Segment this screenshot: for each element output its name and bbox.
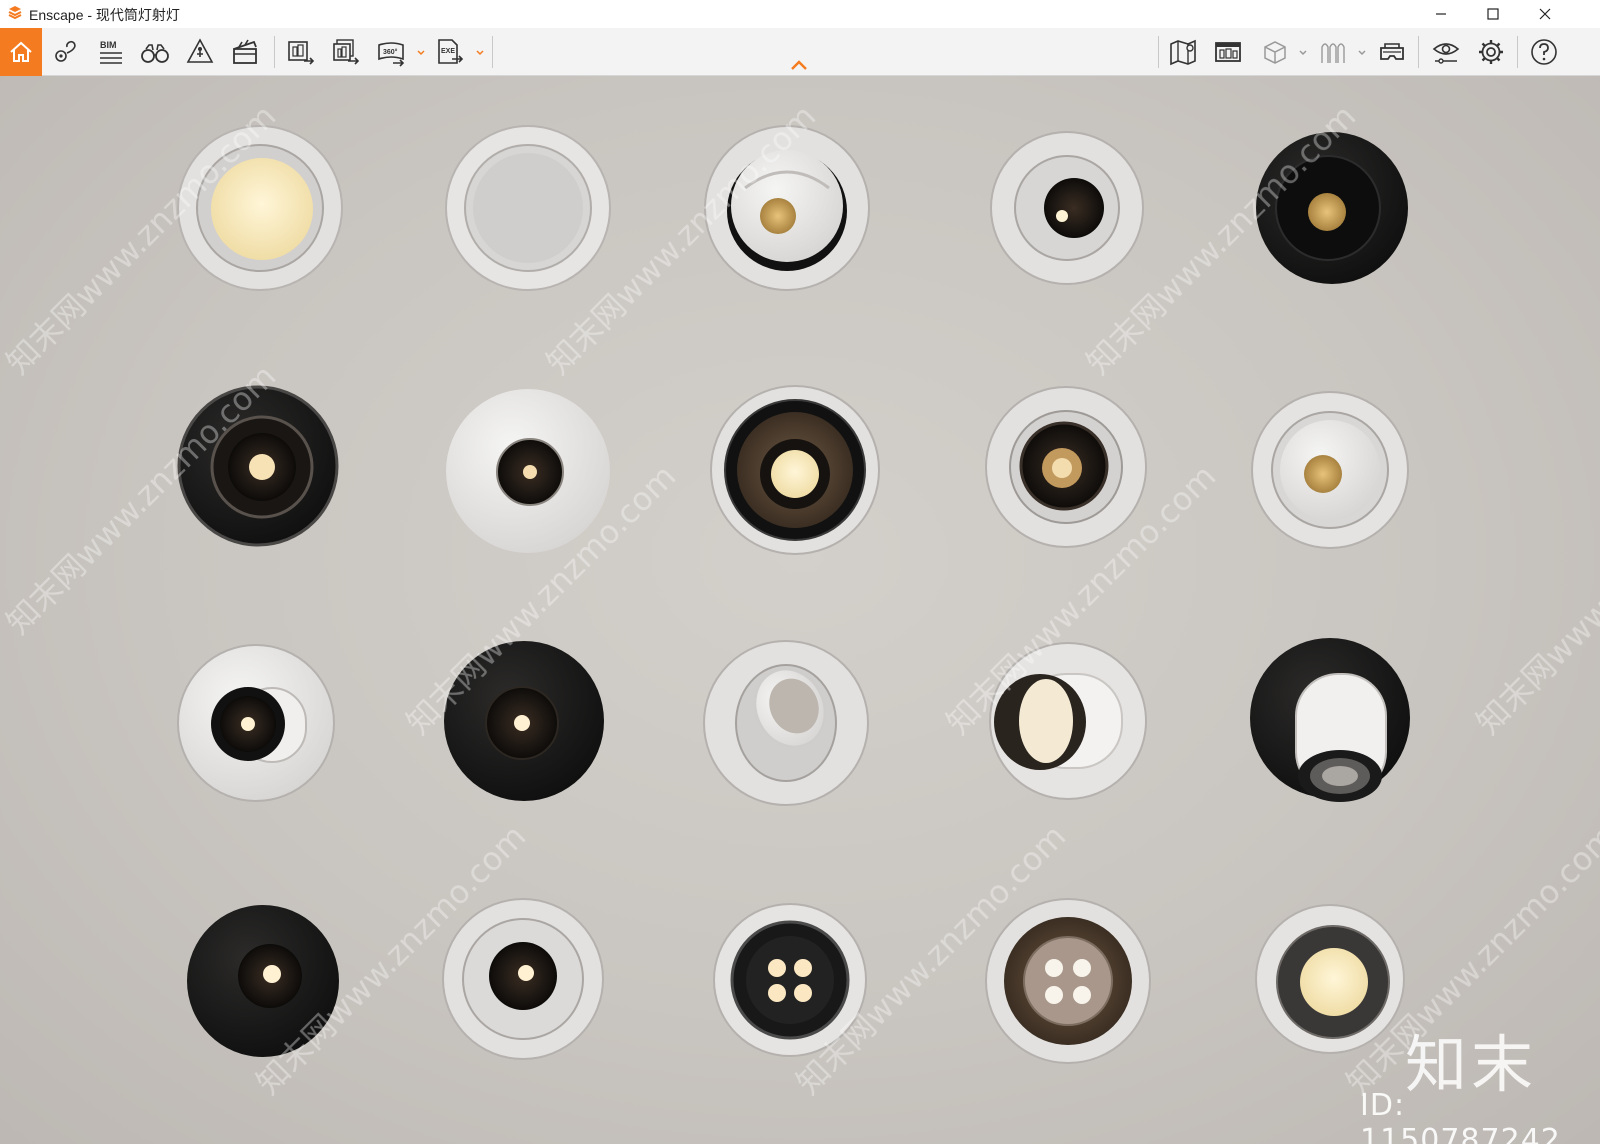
- help-icon[interactable]: [1524, 32, 1564, 72]
- cube-icon[interactable]: [1255, 32, 1295, 72]
- title-bar: Enscape - 现代筒灯射灯: [0, 0, 1600, 28]
- watermark-text: 知末网www.znzmo.com: [1469, 457, 1600, 742]
- close-icon[interactable]: [1522, 0, 1568, 28]
- panorama-label: 360°: [383, 48, 398, 56]
- watermark-id: ID: 1150787242: [1360, 1088, 1561, 1144]
- batch-render-icon[interactable]: [326, 32, 366, 72]
- toolbar-separator: [1158, 36, 1159, 68]
- bim-icon[interactable]: BIM: [90, 32, 130, 72]
- downlight-1-4[interactable]: [990, 131, 1144, 285]
- settings-gear-icon[interactable]: [1471, 32, 1511, 72]
- toolbar-separator: [1418, 36, 1419, 68]
- downlight-2-4[interactable]: [985, 386, 1147, 548]
- home-icon[interactable]: [0, 28, 42, 76]
- downlight-1-2[interactable]: [445, 125, 611, 291]
- walk-mode-icon[interactable]: [180, 32, 220, 72]
- sections-icon[interactable]: [1313, 32, 1353, 72]
- chevron-down-icon[interactable]: [416, 48, 426, 58]
- enscape-logo-icon: [8, 6, 22, 20]
- vr-headset-icon[interactable]: [1372, 32, 1412, 72]
- toolbar-separator: [1517, 36, 1518, 68]
- chevron-down-icon[interactable]: [1298, 48, 1308, 58]
- clapperboard-icon[interactable]: [225, 32, 265, 72]
- collapse-toolbar-chevron-icon[interactable]: [788, 58, 810, 72]
- asset-library-icon[interactable]: [1208, 32, 1248, 72]
- toolbar-separator: [274, 36, 275, 68]
- bim-label: BIM: [100, 40, 117, 50]
- downlight-4-2[interactable]: [442, 898, 604, 1060]
- chevron-down-icon[interactable]: [1357, 48, 1367, 58]
- binoculars-icon[interactable]: [135, 32, 175, 72]
- maximize-icon[interactable]: [1470, 0, 1516, 28]
- location-pin-icon[interactable]: [45, 32, 85, 72]
- window-title: Enscape - 现代筒灯射灯: [29, 7, 180, 23]
- toolbar-separator: [492, 36, 493, 68]
- render-viewport[interactable]: 知末网www.znzmo.com 知末网www.znzmo.com 知末网www…: [0, 76, 1600, 1144]
- panorama-360-icon[interactable]: 360°: [371, 32, 411, 72]
- downlight-render: 知末网www.znzmo.com 知末网www.znzmo.com 知末网www…: [0, 97, 1600, 1102]
- downlight-3-1[interactable]: [177, 644, 335, 802]
- chevron-down-icon[interactable]: [475, 48, 485, 58]
- minimize-icon[interactable]: [1418, 0, 1464, 28]
- downlight-2-5[interactable]: [1251, 391, 1409, 549]
- map-view-icon[interactable]: [1163, 32, 1203, 72]
- downlight-3-3[interactable]: [703, 640, 869, 806]
- downlight-4-4[interactable]: [985, 898, 1151, 1064]
- downlight-2-3[interactable]: [710, 385, 880, 555]
- visual-settings-icon[interactable]: [1426, 32, 1466, 72]
- downlight-3-5[interactable]: [1250, 638, 1410, 802]
- export-exe-icon[interactable]: EXE: [430, 32, 470, 72]
- render-screenshot-icon[interactable]: [281, 32, 321, 72]
- exe-label: EXE: [441, 48, 455, 55]
